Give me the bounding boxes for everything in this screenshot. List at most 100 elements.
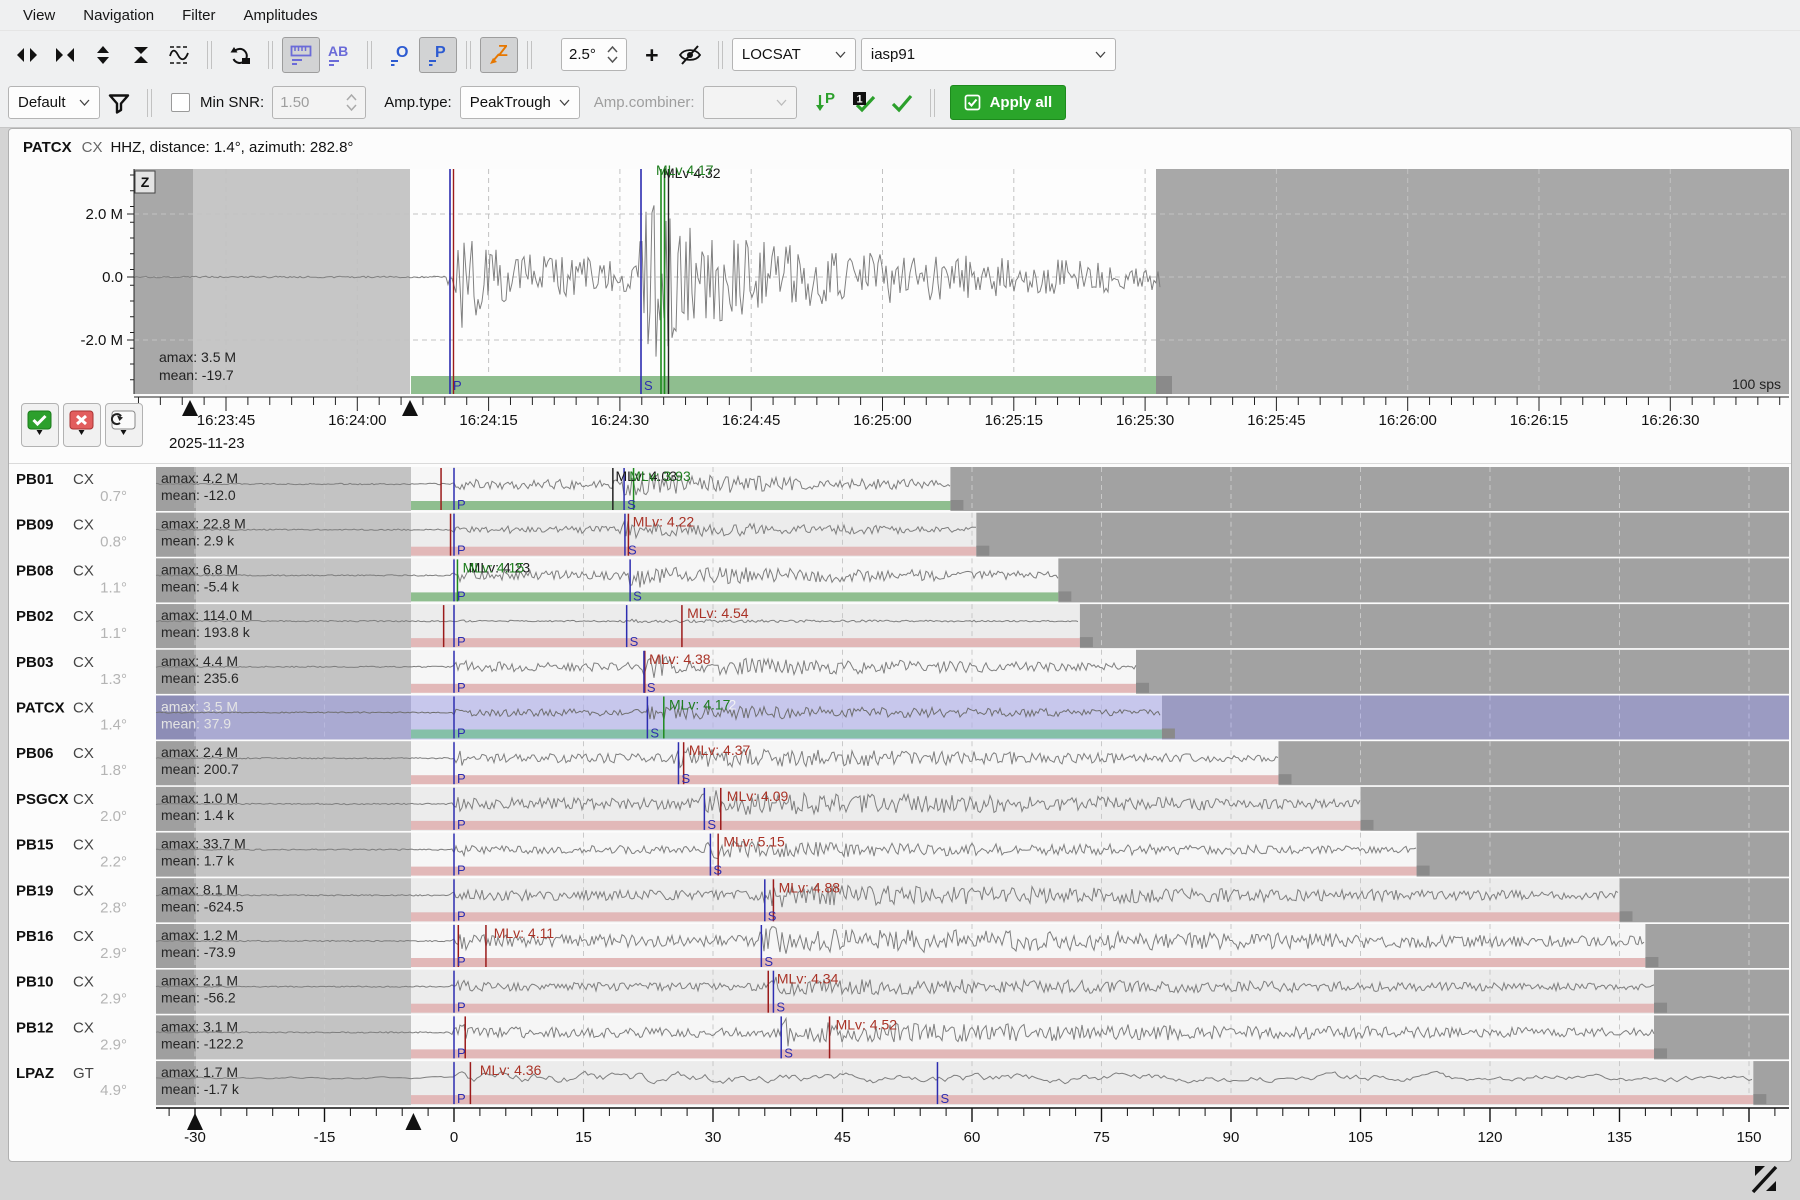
window-end-handle[interactable] — [1156, 376, 1172, 394]
reset-amplitude-button[interactable] — [105, 403, 143, 447]
reject-amplitude-button[interactable] — [63, 403, 101, 447]
pick-amplitude-button[interactable]: P — [807, 85, 845, 121]
time-tick-label: 16:24:45 — [722, 412, 780, 429]
amplitude-window-bar[interactable] — [411, 592, 1058, 601]
station-distance: 1.1° — [100, 625, 127, 642]
window-end-handle[interactable] — [1162, 729, 1175, 739]
filter-profile-select[interactable]: Default — [8, 86, 100, 119]
show-pick-labels-button[interactable]: AB — [320, 37, 358, 73]
station-code: PB12 — [16, 1019, 54, 1036]
expand-horizontal-button[interactable] — [8, 37, 46, 73]
amplitude-window-bar[interactable] — [411, 821, 1360, 830]
menu-filter[interactable]: Filter — [169, 4, 228, 27]
station-row-PSGCX[interactable]: PSGCXCX2.0°amax: 1.0 Mmean: 1.4 kPSMLv: … — [16, 787, 1789, 832]
expand-vertical-button[interactable] — [84, 37, 122, 73]
amplitude-window-bar[interactable] — [411, 775, 1278, 784]
zoom-step-spinner[interactable]: 2.5° — [561, 38, 627, 71]
window-end-handle[interactable] — [1619, 911, 1632, 921]
collapse-vertical-button[interactable] — [122, 37, 160, 73]
station-row-PB02[interactable]: PB02CX1.1°amax: 114.0 Mmean: 193.8 kPSML… — [16, 604, 1789, 649]
add-station-button[interactable]: + — [633, 37, 671, 73]
confirm-all-button[interactable] — [883, 85, 921, 121]
axis-tick-label: 15 — [575, 1129, 592, 1146]
accept-amplitude-button[interactable] — [21, 403, 59, 447]
station-row-PB09[interactable]: PB09CX0.8°amax: 22.8 Mmean: 2.9 kPSMLv: … — [16, 513, 1789, 558]
window-handle[interactable] — [187, 1113, 203, 1130]
station-trace-list[interactable]: PB01CX0.7°amax: 4.2 Mmean: -12.0PSMLv: 4… — [9, 467, 1791, 1161]
window-end-handle[interactable] — [1753, 1094, 1766, 1104]
window-end-handle[interactable] — [1654, 1048, 1667, 1058]
window-end-handle[interactable] — [1058, 591, 1071, 601]
station-row-PB12[interactable]: PB12CX2.9°amax: 3.1 Mmean: -122.2PSMLv: … — [16, 1015, 1789, 1060]
align-origin-button[interactable]: O — [381, 37, 419, 73]
station-row-PB03[interactable]: PB03CX1.3°amax: 4.4 Mmean: 235.6PSMLv: 4… — [16, 650, 1789, 695]
amplitude-window-bar[interactable] — [411, 730, 1162, 739]
window-end-handle[interactable] — [1136, 683, 1149, 693]
station-row-PB08[interactable]: PB08CX1.1°amax: 6.8 Mmean: -5.4 kPSMLv: … — [16, 558, 1789, 603]
align-horizontal-button[interactable] — [46, 37, 84, 73]
station-row-PB15[interactable]: PB15CX2.2°amax: 33.7 Mmean: 1.7 kPSMLv: … — [16, 833, 1789, 878]
window-end-handle[interactable] — [1360, 820, 1373, 830]
amplitude-window-bar[interactable] — [411, 958, 1645, 967]
window-end-handle[interactable] — [1645, 957, 1658, 967]
station-distance: 0.8° — [100, 534, 127, 551]
align-p-icon: P — [426, 43, 450, 67]
window-end-handle[interactable] — [1417, 866, 1430, 876]
station-row-PB10[interactable]: PB10CX2.9°amax: 2.1 Mmean: -56.2PSMLv: 4… — [16, 970, 1789, 1015]
apply-all-label: Apply all — [990, 94, 1053, 111]
window-end-handle[interactable] — [976, 546, 989, 556]
station-code: PB19 — [16, 882, 54, 899]
station-row-LPAZ[interactable]: LPAZGT4.9°amax: 1.7 Mmean: -1.7 kPSMLv: … — [16, 1061, 1789, 1106]
station-row-PB06[interactable]: PB06CX1.8°amax: 2.4 Mmean: 200.7PSMLv: 4… — [16, 741, 1789, 786]
amax-value: amax: 2.1 M — [161, 973, 238, 989]
station-row-PB01[interactable]: PB01CX0.7°amax: 4.2 Mmean: -12.0PSMLv: 4… — [16, 467, 1789, 512]
chevron-down-icon — [776, 99, 787, 106]
window-end-handle[interactable] — [950, 500, 963, 510]
station-network: CX — [73, 471, 94, 488]
mean-value: mean: -1.7 k — [161, 1081, 240, 1097]
station-row-PB16[interactable]: PB16CX2.9°amax: 1.2 Mmean: -73.9PSMLv: 4… — [16, 924, 1789, 969]
amplitude-window-bar[interactable] — [411, 1095, 1753, 1104]
amplitude-window-bar[interactable] — [411, 1049, 1654, 1058]
amplitude-window-bar[interactable] — [411, 376, 1165, 394]
apply-all-button[interactable]: Apply all — [950, 85, 1067, 120]
window-end-handle[interactable] — [1654, 1003, 1667, 1013]
min-snr-spinner[interactable]: 1.50 — [272, 86, 366, 119]
time-window-handle[interactable] — [402, 400, 418, 416]
amplitude-window-bar[interactable] — [411, 1004, 1654, 1013]
amplitude-window-bar[interactable] — [411, 638, 1080, 647]
amplitude-window-bar[interactable] — [411, 912, 1619, 921]
menu-amplitudes[interactable]: Amplitudes — [230, 4, 330, 27]
filter-profile-value: Default — [18, 94, 66, 111]
time-window-handle[interactable] — [182, 400, 198, 416]
window-handle[interactable] — [405, 1113, 421, 1130]
confirm-one-button[interactable]: 1 — [845, 85, 883, 121]
normalize-amplitudes-button[interactable] — [160, 37, 198, 73]
restore-view-button[interactable] — [221, 37, 259, 73]
filter-button[interactable] — [100, 85, 138, 121]
hide-traces-button[interactable] — [671, 37, 709, 73]
vertical-component-button[interactable]: Z — [480, 37, 518, 73]
station-row-PB19[interactable]: PB19CX2.8°amax: 8.1 Mmean: -624.5PSMLv: … — [16, 878, 1789, 923]
amp-type-select[interactable]: PeakTrough — [460, 86, 580, 119]
window-end-handle[interactable] — [1080, 637, 1093, 647]
sample-rate-label: 100 sps — [1732, 376, 1781, 392]
window-end-handle[interactable] — [1278, 774, 1291, 784]
top-trace-plot[interactable]: PSMLv 4.32MLv 4.17amax: 3.5 Mmean: -19.7… — [9, 129, 1791, 462]
show-ruler-button[interactable] — [282, 37, 320, 73]
amplitude-window-bar[interactable] — [411, 867, 1417, 876]
min-snr-checkbox[interactable] — [171, 93, 190, 112]
size-grip[interactable] — [1748, 1164, 1782, 1199]
align-p-button[interactable]: P — [419, 37, 457, 73]
locator-select[interactable]: LOCSAT — [732, 38, 856, 71]
amplitude-window-bar[interactable] — [411, 547, 976, 556]
amplitude-window-bar[interactable] — [411, 501, 950, 510]
menu-navigation[interactable]: Navigation — [70, 4, 167, 27]
spinner-arrows-icon[interactable] — [606, 44, 619, 65]
toolbar-separator — [718, 41, 723, 69]
station-row-PATCX[interactable]: PATCXCX1.4°amax: 3.5 Mmean: 37.9PSMLv: 4… — [16, 696, 1789, 741]
station-network: CX — [73, 1019, 94, 1036]
earth-model-select[interactable]: iasp91 — [861, 38, 1116, 71]
amplitude-window-bar[interactable] — [411, 684, 1136, 693]
menu-view[interactable]: View — [10, 4, 68, 27]
